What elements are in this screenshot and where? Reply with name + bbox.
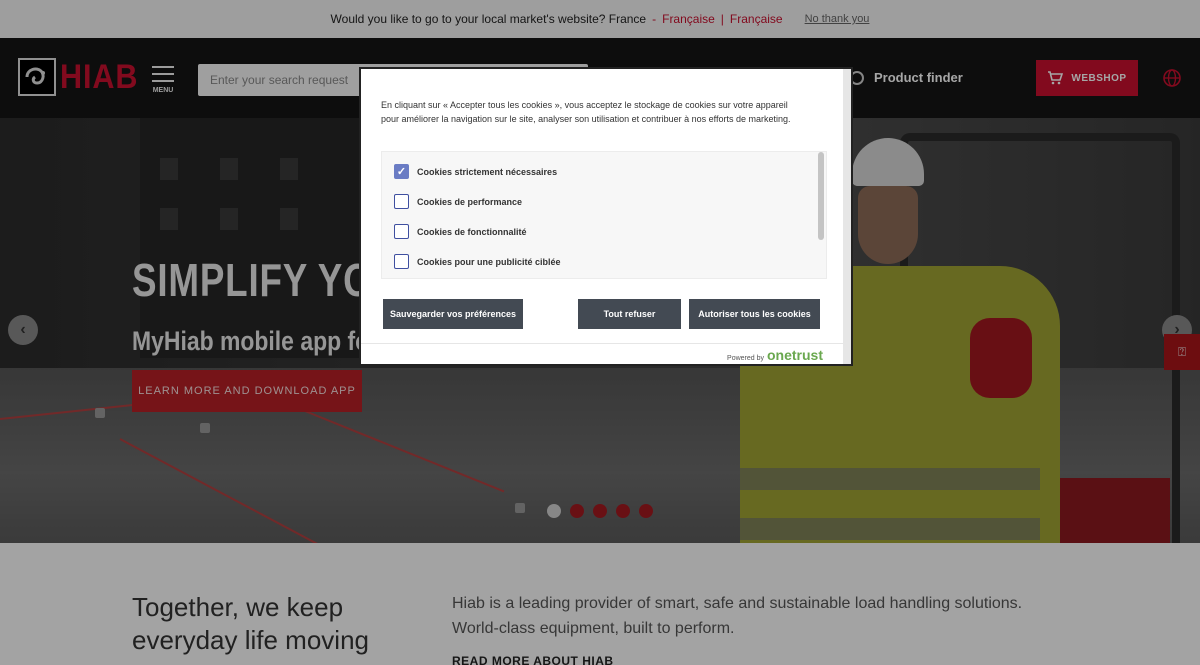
cookie-option-label: Cookies de performance	[417, 196, 523, 207]
save-preferences-button[interactable]: Sauvegarder vos préférences	[383, 299, 523, 329]
powered-by-label: Powered by	[727, 355, 764, 362]
cookie-category-list: ✓ Cookies strictement nécessaires Cookie…	[381, 151, 827, 279]
cookie-option-label: Cookies pour une publicité ciblée	[417, 256, 561, 267]
cookie-consent-dialog: En cliquant sur « Accepter tous les cook…	[359, 67, 853, 366]
list-scrollbar[interactable]	[818, 152, 824, 240]
checkbox-icon[interactable]	[394, 194, 409, 209]
cookie-option-label: Cookies strictement nécessaires	[417, 166, 558, 177]
dialog-scrollbar[interactable]	[843, 69, 851, 364]
cookie-description: En cliquant sur « Accepter tous les cook…	[381, 100, 791, 124]
checkbox-icon[interactable]	[394, 224, 409, 239]
cookie-option-label: Cookies de fonctionnalité	[417, 226, 527, 237]
cookie-option-targeting[interactable]: Cookies pour une publicité ciblée	[394, 254, 561, 269]
accept-all-button[interactable]: Autoriser tous les cookies	[689, 299, 820, 329]
cookie-option-necessary[interactable]: ✓ Cookies strictement nécessaires	[394, 164, 557, 179]
cookie-option-performance[interactable]: Cookies de performance	[394, 194, 522, 209]
onetrust-logo: onetrust	[767, 347, 823, 363]
onetrust-branding[interactable]: Powered by onetrust	[727, 347, 823, 363]
checkbox-icon[interactable]	[394, 254, 409, 269]
reject-all-button[interactable]: Tout refuser	[578, 299, 681, 329]
cookie-option-functionality[interactable]: Cookies de fonctionnalité	[394, 224, 527, 239]
checkbox-checked-icon[interactable]: ✓	[394, 164, 409, 179]
